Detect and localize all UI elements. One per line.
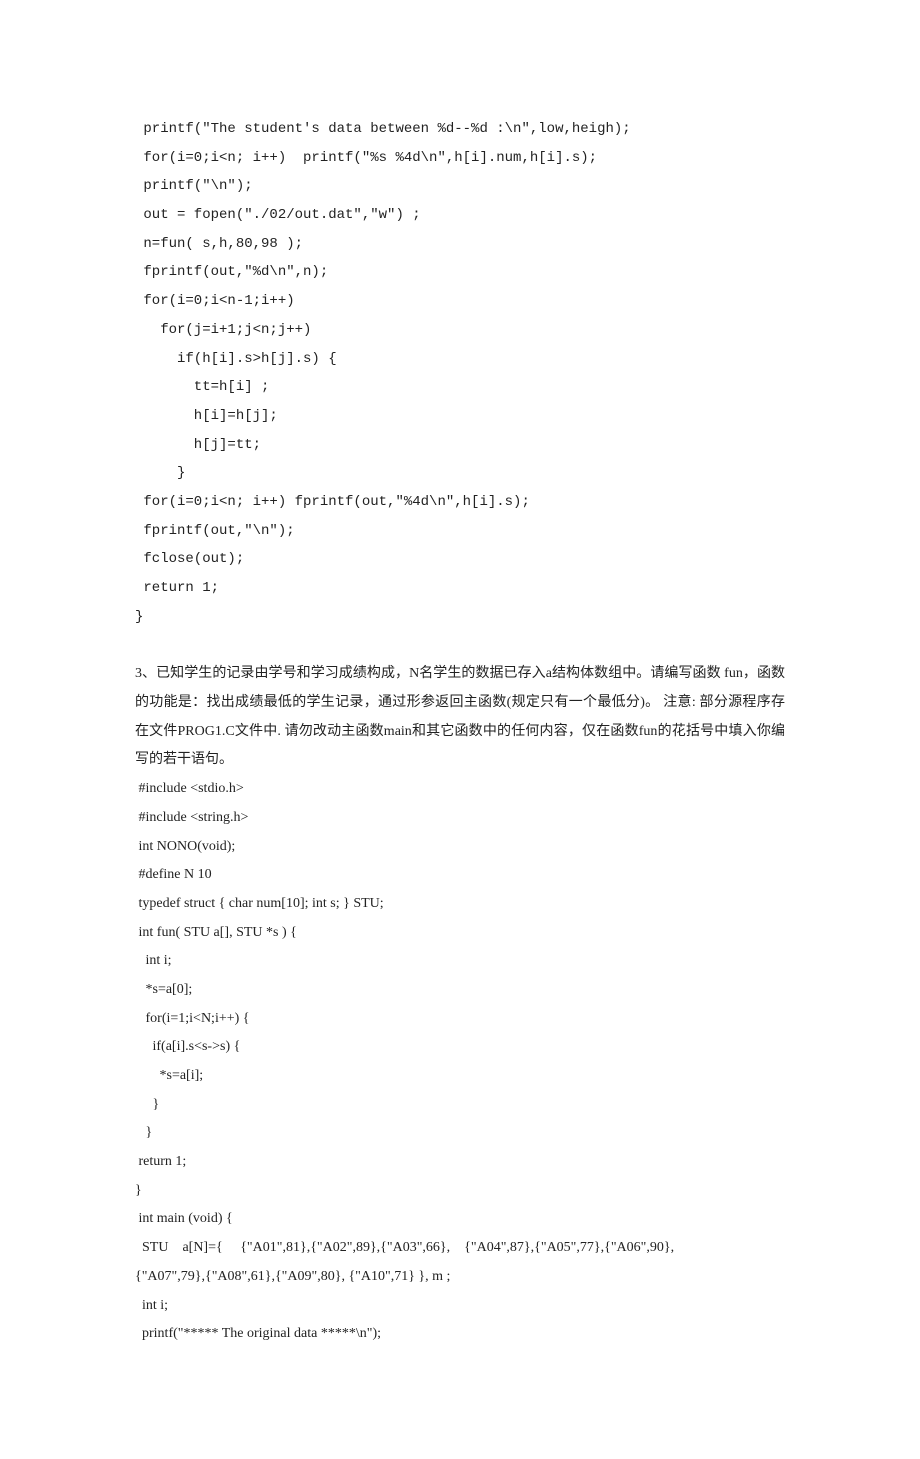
document-page: printf("The student's data between %d--%…: [0, 0, 920, 1459]
code-block-1: printf("The student's data between %d--%…: [135, 115, 785, 631]
code-block-2: #include <stdio.h> #include <string.h> i…: [135, 775, 785, 1349]
question-3-prose: 3、已知学生的记录由学号和学习成绩构成，N名学生的数据已存入a结构体数组中。请编…: [135, 660, 785, 775]
spacing: [135, 631, 785, 660]
